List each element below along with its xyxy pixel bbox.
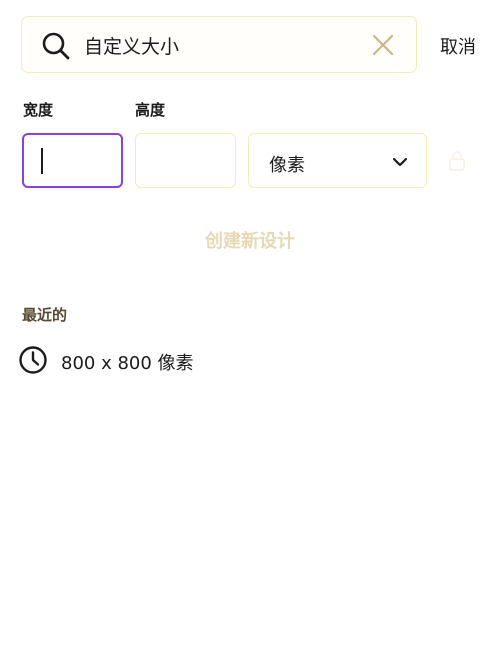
cancel-button[interactable]: 取消 — [440, 33, 476, 59]
search-icon — [42, 32, 70, 60]
height-input[interactable] — [135, 133, 236, 188]
recent-item[interactable]: 800 x 800 像素 — [18, 343, 318, 377]
recent-section-title: 最近的 — [22, 306, 68, 324]
unit-select[interactable]: 像素 — [248, 133, 427, 188]
text-caret — [41, 148, 43, 174]
height-label: 高度 — [135, 101, 166, 119]
clock-icon — [19, 346, 47, 374]
custom-size-screen: 取消 宽度 高度 像素 创建新设计 最近的 800 x 800 像素 — [0, 0, 500, 652]
width-input[interactable] — [22, 133, 123, 188]
search-bar[interactable] — [21, 16, 417, 73]
unit-selected-label: 像素 — [269, 155, 305, 176]
recent-item-label: 800 x 800 像素 — [61, 353, 194, 374]
create-design-button[interactable]: 创建新设计 — [0, 227, 500, 253]
chevron-down-icon — [392, 157, 408, 167]
width-label: 宽度 — [23, 101, 54, 119]
search-input[interactable] — [84, 27, 354, 63]
close-icon[interactable] — [372, 34, 394, 56]
lock-icon[interactable] — [448, 150, 466, 172]
